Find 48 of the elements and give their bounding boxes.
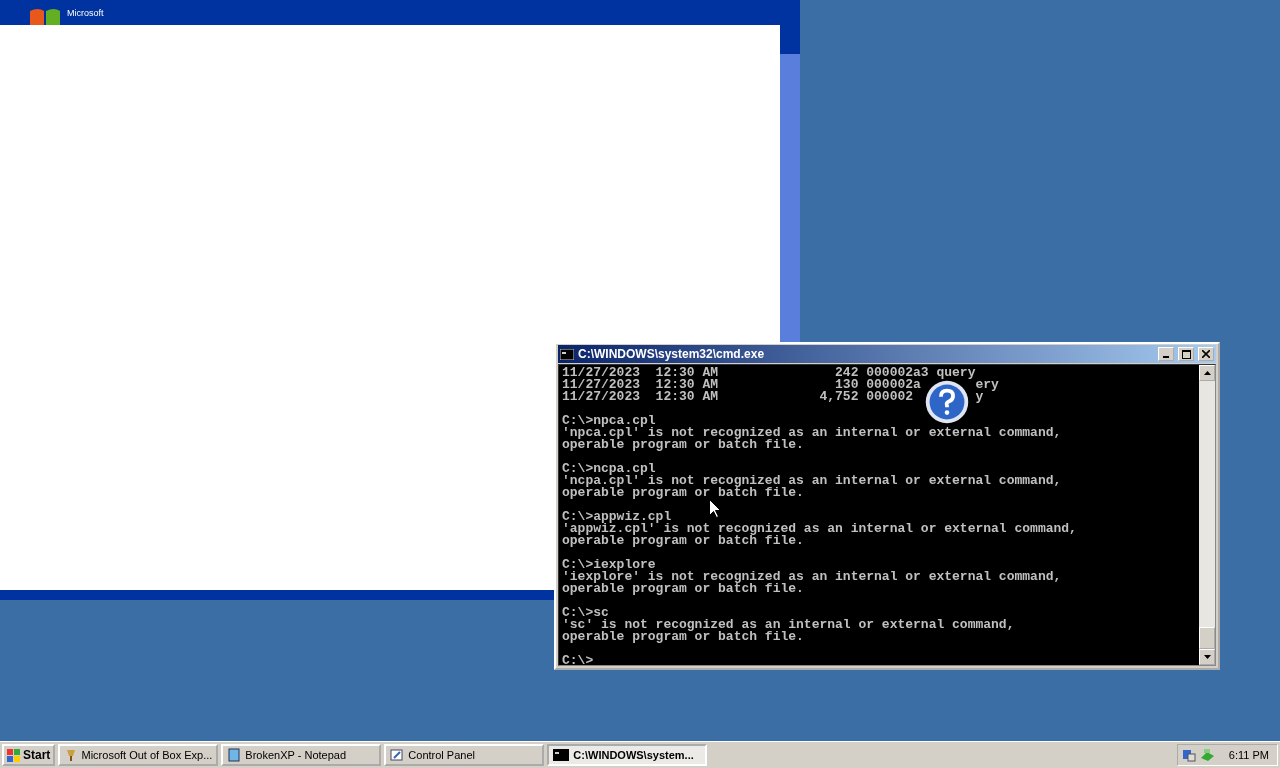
scroll-down-button[interactable]: [1199, 649, 1215, 665]
help-icon: [925, 380, 970, 424]
taskbar-button[interactable]: Microsoft Out of Box Exp...: [58, 744, 219, 766]
console-line: 'npca.cpl' is not recognized as an internal or external command,: [562, 427, 1062, 439]
console-line: 'iexplore' is not recognized as an internal or external command,: [562, 571, 1062, 583]
console-line: C:\>npca.cpl: [562, 415, 656, 427]
maximize-icon: [1181, 349, 1191, 359]
console-line: operable program or batch file.: [562, 631, 804, 643]
taskbar-button[interactable]: BrokenXP - Notepad: [221, 744, 382, 766]
console-line: operable program or batch file.: [562, 439, 804, 451]
maximize-button[interactable]: [1178, 347, 1194, 361]
logo-text: Microsoft: [67, 8, 104, 18]
console-line: C:\>iexplore: [562, 559, 656, 571]
console-line: 'ncpa.cpl' is not recognized as an internal or external command,: [562, 475, 1062, 487]
window-title: C:\WINDOWS\system32\cmd.exe: [578, 347, 766, 361]
console-text: y: [975, 391, 984, 403]
console-text: 11/27/2023 12:30 AM 130 000002a: [562, 379, 921, 391]
console-line: C:\>appwiz.cpl: [562, 511, 672, 523]
scroll-up-button[interactable]: [1199, 365, 1215, 381]
close-icon: [1202, 350, 1210, 358]
console-line: C:\>: [562, 655, 594, 665]
minimize-button[interactable]: [1158, 347, 1174, 361]
console-line: operable program or batch file.: [562, 535, 804, 547]
taskbar-button[interactable]: C:\WINDOWS\system...: [547, 744, 708, 766]
control-panel-icon: [390, 748, 405, 762]
console-text: 11/27/2023 12:30 AM 4,752 000002: [562, 391, 915, 403]
console-icon: [560, 348, 574, 360]
up-arrow-icon: [1203, 371, 1211, 375]
start-button[interactable]: Start: [2, 744, 56, 766]
windows-logo-icon: [7, 748, 21, 762]
console-line: 'appwiz.cpl' is not recognized as an internal or external command,: [562, 523, 1077, 535]
mouse-pointer-icon: [709, 499, 721, 518]
notepad-icon: [227, 748, 242, 762]
taskbar-button[interactable]: Control Panel: [384, 744, 545, 766]
down-arrow-icon: [1203, 655, 1211, 659]
console-line: 11/27/2023 12:30 AM 242 000002a3 query: [562, 367, 976, 379]
lamp-icon: [64, 748, 78, 762]
console-line: C:\>sc: [562, 607, 609, 619]
console-line: 'sc' is not recognized as an internal or external command,: [562, 619, 1015, 631]
console-icon: [553, 749, 570, 761]
console-text: ery: [975, 379, 999, 391]
close-button[interactable]: [1198, 347, 1214, 361]
console-line: C:\>ncpa.cpl: [562, 463, 656, 475]
console-line: operable program or batch file.: [562, 583, 804, 595]
scroll-thumb[interactable]: [1199, 627, 1215, 649]
network-icon[interactable]: [1181, 748, 1196, 762]
clock: 6:11 PM: [1228, 749, 1269, 761]
console-line: operable program or batch file.: [562, 487, 804, 499]
